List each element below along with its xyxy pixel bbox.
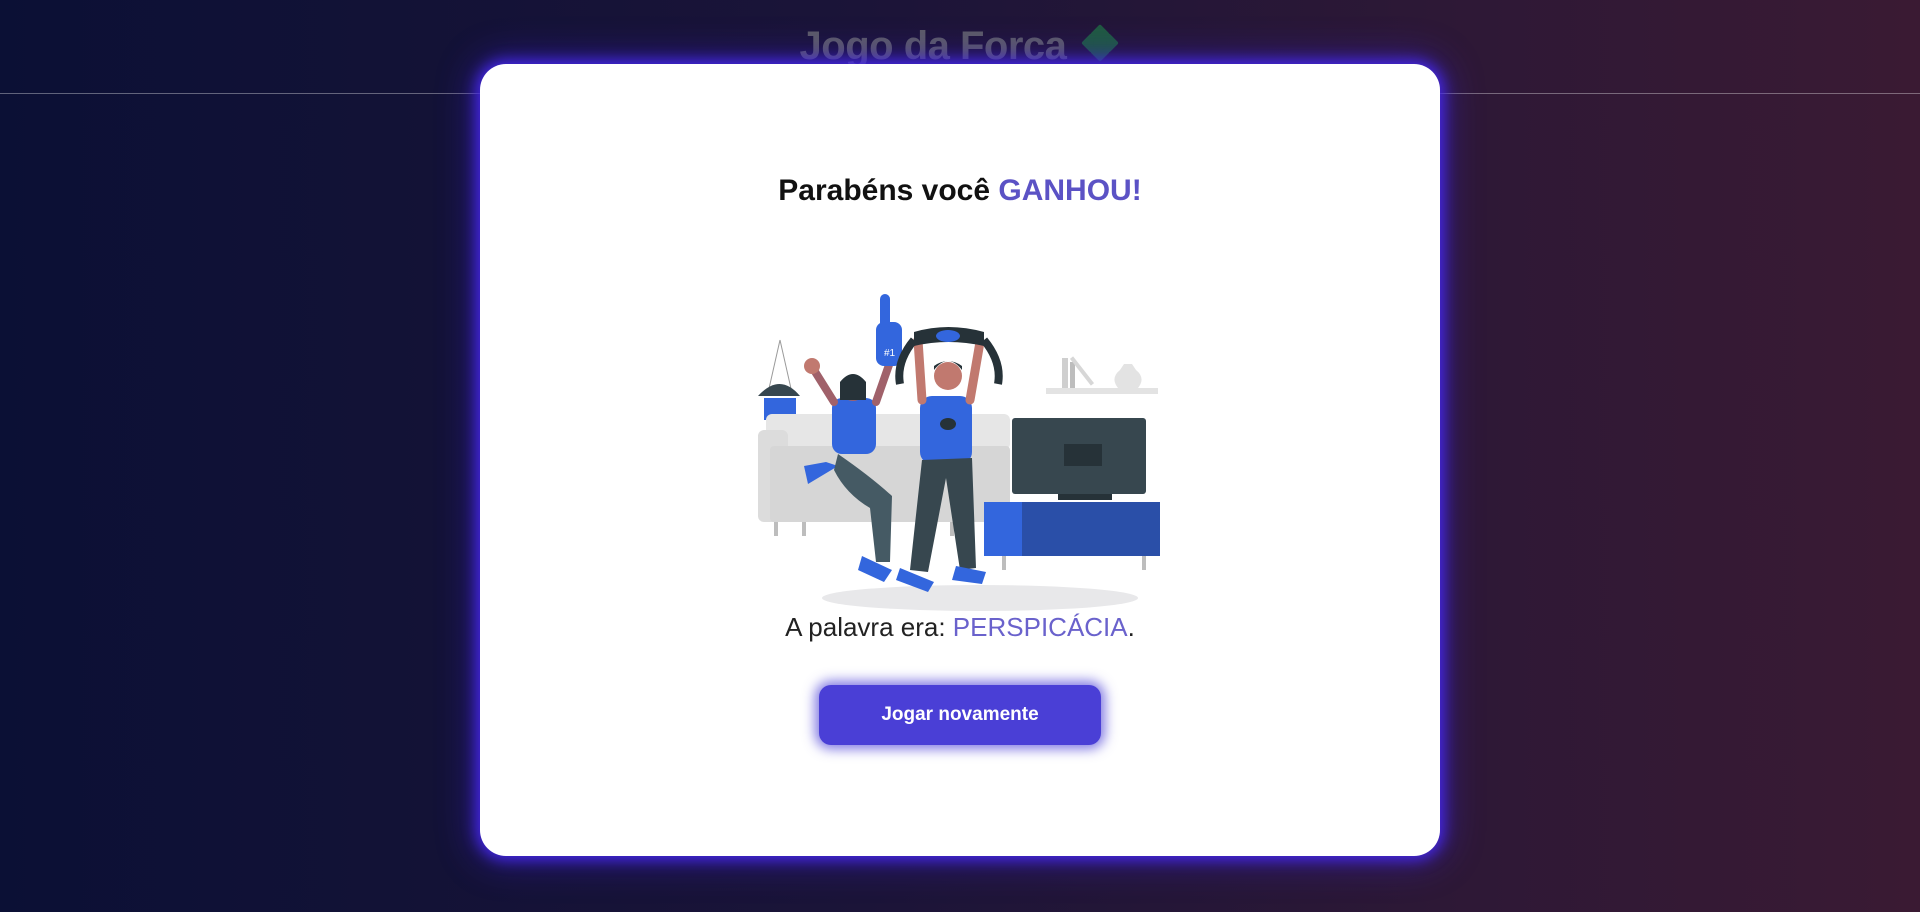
svg-text:#1: #1 (884, 348, 896, 359)
celebrating-fans-illustration: #1 (750, 270, 1170, 620)
answer-suffix: . (1127, 612, 1135, 642)
play-again-button[interactable]: Jogar novamente (819, 685, 1101, 745)
answer-line: A palavra era: PERSPICÁCIA. (480, 612, 1440, 643)
result-title: Parabéns você GANHOU! (480, 174, 1440, 208)
result-title-prefix: Parabéns você (778, 174, 999, 207)
result-title-highlight: GANHOU! (998, 174, 1142, 207)
answer-prefix: A palavra era: (785, 612, 953, 642)
answer-word: PERSPICÁCIA (952, 612, 1128, 642)
app-title-text: Jogo da Forca (799, 24, 1067, 68)
result-modal: Parabéns você GANHOU! #1 A palavra era: … (480, 64, 1440, 856)
